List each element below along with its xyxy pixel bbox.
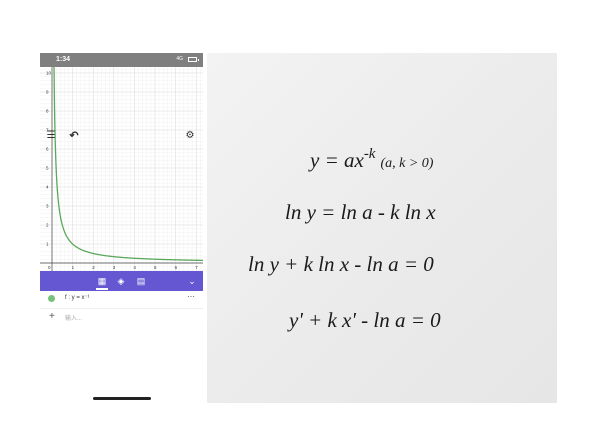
input-bar[interactable]: + 输入... xyxy=(40,309,203,325)
visibility-toggle[interactable] xyxy=(48,295,55,302)
x-tick-label: 2 xyxy=(92,265,95,270)
equation-line-2: ln y = ln a - k ln x xyxy=(285,200,436,224)
y-tick-label: 10 xyxy=(46,71,52,76)
chevron-down-icon[interactable]: ⌄ xyxy=(186,275,198,287)
home-indicator xyxy=(93,397,151,400)
network-indicator: 4G xyxy=(176,56,183,62)
tools-icon[interactable]: ◈ xyxy=(115,275,127,287)
equation-line-4: y' + k x' - ln a = 0 xyxy=(287,308,441,332)
calculator-icon[interactable]: ▦ xyxy=(96,275,108,287)
status-time: 1:34 xyxy=(56,56,71,63)
handwritten-paper-photo: y = ax-k(a, k > 0) ln y = ln a - k ln x … xyxy=(207,53,557,403)
function-list-item[interactable]: f : y = x⁻¹ ⋯ xyxy=(40,291,203,309)
battery-icon xyxy=(188,57,199,62)
status-bar: 1:34 4G xyxy=(40,53,203,67)
x-tick-label: 4 xyxy=(133,265,136,270)
graph-view[interactable]: 1 2 3 4 5 6 7 8 9 10 1234567 0 ☰ ↶ ⚙ xyxy=(40,67,203,271)
bottom-toolbar: ▦ ◈ ▤ ⌄ xyxy=(40,271,203,291)
origin-label: 0 xyxy=(48,265,51,270)
x-tick-label: 6 xyxy=(175,265,178,270)
function-curve[interactable] xyxy=(53,67,203,262)
input-placeholder[interactable]: 输入... xyxy=(65,313,82,322)
table-icon[interactable]: ▤ xyxy=(135,275,147,287)
active-tab-indicator xyxy=(96,288,108,290)
equation-line-1: y = ax-k(a, k > 0) xyxy=(308,146,434,172)
plus-icon[interactable]: + xyxy=(49,311,55,322)
x-tick-label: 7 xyxy=(195,265,198,270)
graph-canvas[interactable]: 12345678910 1234567 0 xyxy=(40,67,203,271)
function-expression[interactable]: f : y = x⁻¹ xyxy=(65,294,90,301)
x-tick-label: 3 xyxy=(113,265,116,270)
equation-line-3: ln y + k ln x - ln a = 0 xyxy=(248,252,434,276)
x-tick-label: 5 xyxy=(154,265,157,270)
menu-icon[interactable]: ☰ xyxy=(45,130,57,142)
undo-icon[interactable]: ↶ xyxy=(68,130,80,142)
gear-icon[interactable]: ⚙ xyxy=(184,130,196,142)
more-options-icon[interactable]: ⋯ xyxy=(187,292,195,301)
x-tick-label: 1 xyxy=(72,265,75,270)
phone-screenshot: 1:34 4G 1 2 3 4 5 6 7 8 9 10 1234567 0 ☰ ↶ ⚙ ▦ ◈ … xyxy=(40,53,203,325)
